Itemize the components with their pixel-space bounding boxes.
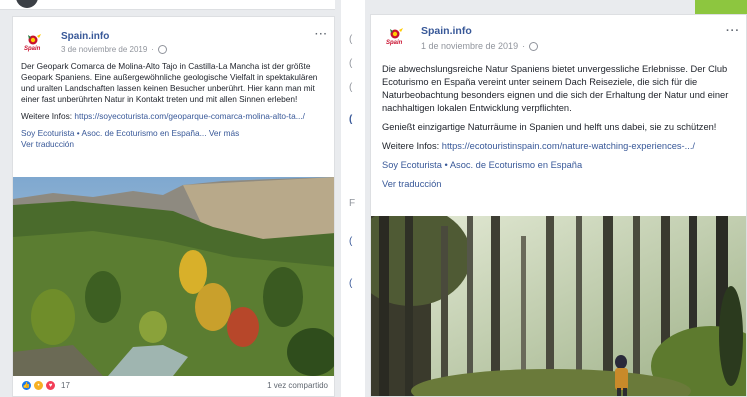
sun-logo-icon: [390, 28, 403, 39]
page-name-link[interactable]: Spain.info: [61, 31, 167, 42]
post-body: Die abwechslungsreiche Natur Spaniens bi…: [382, 63, 742, 191]
post-text-paragraph-1: Die abwechslungsreiche Natur Spaniens bi…: [382, 64, 729, 113]
post-meta: 1 de noviembre de 2019 ·: [421, 41, 539, 51]
post-header: Spain Spain.info 3 de noviembre de 2019 …: [23, 31, 167, 55]
globe-icon: [529, 41, 539, 51]
more-options-button[interactable]: ···: [726, 25, 740, 37]
page-tags[interactable]: Soy Ecoturista • Asoc. de Ecoturismo en …: [21, 128, 207, 138]
post-text-paragraph-2: Genießt einzigartige Naturräume in Spani…: [382, 122, 717, 132]
post-body: Der Geopark Comarca de Molina-Alto Tajo …: [21, 61, 326, 150]
wow-reaction-icon: •: [33, 380, 44, 391]
post-header-info: Spain.info 3 de noviembre de 2019 ·: [61, 31, 167, 54]
sun-logo-icon: [28, 34, 41, 45]
post-text: Der Geopark Comarca de Molina-Alto Tajo …: [21, 61, 318, 104]
share-count[interactable]: 1 vez compartido: [267, 381, 328, 390]
spain-info-logo-icon[interactable]: Spain: [385, 25, 409, 49]
post-photo-canyon[interactable]: [13, 177, 334, 376]
post-link-line: Weitere Infos: https://ecotouristinspain…: [382, 140, 742, 153]
page-name-link[interactable]: Spain.info: [421, 25, 538, 37]
see-more-link[interactable]: Ver más: [209, 128, 239, 138]
post-photo-forest[interactable]: [371, 216, 746, 396]
reaction-count: 17: [61, 381, 70, 390]
globe-icon: [157, 45, 167, 54]
external-link[interactable]: https://ecotouristinspain.com/nature-wat…: [442, 141, 695, 151]
logo-text: Spain: [24, 46, 41, 52]
post-header-info: Spain.info 1 de noviembre de 2019 ·: [421, 25, 539, 51]
accent-tab: [695, 0, 747, 14]
forest-hiker-image: [371, 216, 746, 396]
link-prefix: Weitere Infos:: [382, 141, 442, 151]
post-tags-line: Soy Ecoturista • Asoc. de Ecoturismo en …: [21, 128, 326, 139]
see-translation-link[interactable]: Ver traducción: [382, 178, 742, 191]
external-link[interactable]: https://soyecoturista.com/geoparque-coma…: [74, 111, 305, 121]
post-date[interactable]: 3 de noviembre de 2019: [61, 45, 147, 54]
page-tags[interactable]: Soy Ecoturista • Asoc. de Ecoturismo en …: [382, 159, 742, 172]
canyon-landscape-image: [13, 177, 334, 376]
see-translation-link[interactable]: Ver traducción: [21, 139, 326, 150]
logo-text: Spain: [386, 40, 403, 46]
post-card-geopark: Spain Spain.info 3 de noviembre de 2019 …: [12, 16, 335, 397]
post-meta: 3 de noviembre de 2019 ·: [61, 45, 167, 54]
post-header: Spain Spain.info 1 de noviembre de 2019 …: [385, 25, 539, 51]
adjacent-column-edge: ( ( ( ( F ( (: [341, 0, 365, 397]
love-reaction-icon: ♥: [45, 380, 56, 391]
post-link-line: Weitere Infos: https://soyecoturista.com…: [21, 111, 326, 122]
screenshot-stage: ( ( ( ( F ( ( Spain Spain.info 3 de novi…: [0, 0, 747, 397]
post-card-ecoturismo: Spain Spain.info 1 de noviembre de 2019 …: [370, 14, 747, 397]
reactions-summary[interactable]: 👍 • ♥ 17: [21, 380, 70, 391]
spain-info-logo-icon[interactable]: Spain: [23, 31, 47, 55]
like-reaction-icon: 👍: [21, 380, 32, 391]
more-options-button[interactable]: ···: [315, 29, 328, 40]
link-prefix: Weitere Infos:: [21, 111, 75, 121]
previous-post-edge: [0, 0, 335, 10]
avatar: [16, 0, 38, 8]
post-footer: 👍 • ♥ 17 1 vez compartido: [13, 375, 334, 396]
post-date[interactable]: 1 de noviembre de 2019: [421, 41, 518, 51]
